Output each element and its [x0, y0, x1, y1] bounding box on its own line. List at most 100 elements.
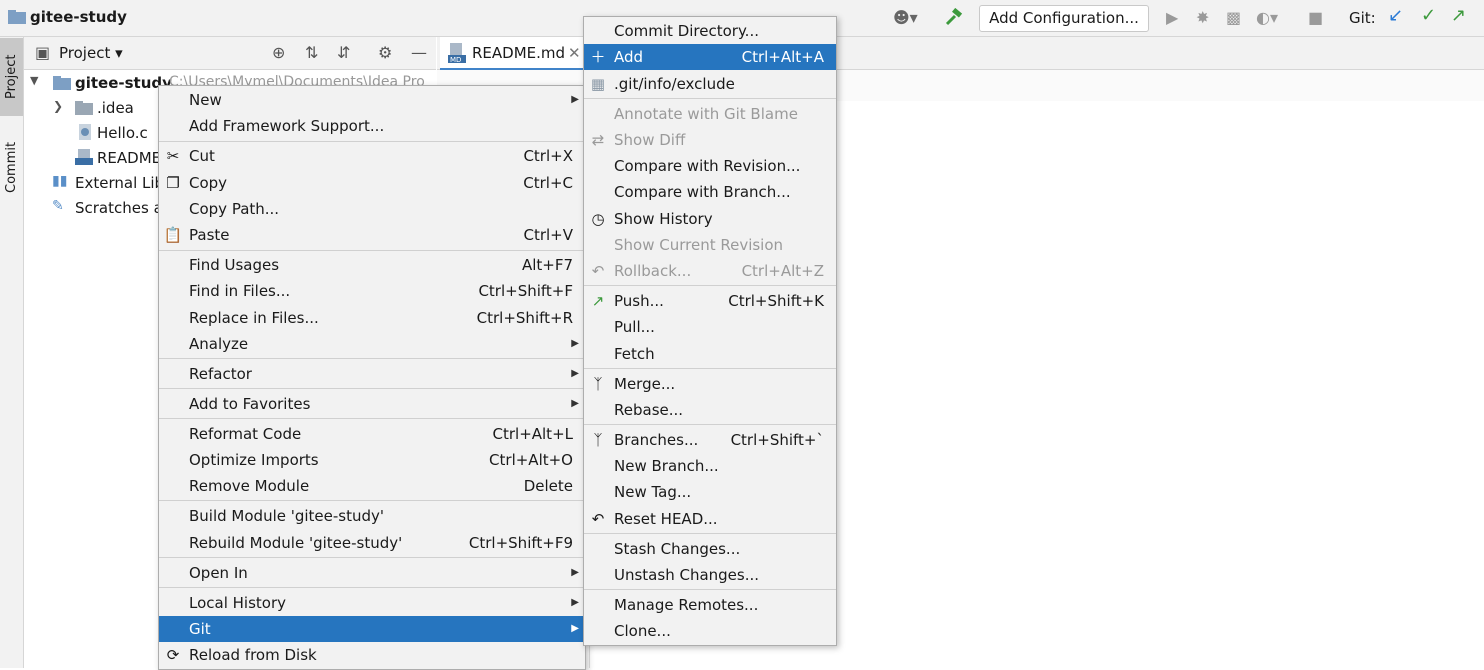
menu-item-label: Clone...: [614, 622, 671, 640]
submenu-arrow-icon: ▶: [571, 368, 579, 379]
menu-item-new-branch[interactable]: New Branch...: [584, 453, 836, 479]
build-hammer-icon[interactable]: [944, 8, 964, 28]
menu-item-rebuild-module[interactable]: Rebuild Module 'gitee-study' Ctrl+Shift+F…: [159, 530, 585, 556]
menu-item-manage-remotes[interactable]: Manage Remotes...: [584, 592, 836, 618]
chevron-down-icon[interactable]: ▼: [30, 74, 38, 87]
tab-project[interactable]: Project: [0, 38, 23, 116]
tree-item[interactable]: External Lib: [75, 174, 164, 192]
menu-item-label: Reset HEAD...: [614, 510, 718, 528]
menu-item-label: Commit Directory...: [614, 22, 759, 40]
locate-file-icon[interactable]: ⊕: [272, 43, 285, 62]
menu-item-label: Fetch: [614, 345, 655, 363]
git-push-icon[interactable]: ↗: [1451, 7, 1466, 25]
diff-icon: ⇄: [591, 131, 605, 149]
debug-icon[interactable]: ✸: [1196, 9, 1209, 27]
menu-item-label: Reformat Code: [189, 425, 302, 443]
menu-item-reformat-code[interactable]: Reformat Code Ctrl+Alt+L: [159, 421, 585, 447]
menu-item-copy[interactable]: ❐ Copy Ctrl+C: [159, 170, 585, 196]
menu-item-git-exclude[interactable]: ▦ .git/info/exclude: [584, 71, 836, 97]
run-icon[interactable]: ▶: [1166, 9, 1178, 27]
menu-item-replace-in-files[interactable]: Replace in Files... Ctrl+Shift+R: [159, 305, 585, 331]
git-commit-check-icon[interactable]: ✓: [1421, 7, 1436, 25]
menu-item-new[interactable]: New ▶: [159, 87, 585, 113]
hide-panel-icon[interactable]: —: [411, 43, 427, 62]
branch-icon: ᛉ: [593, 431, 603, 449]
menu-item-paste[interactable]: 📋 Paste Ctrl+V: [159, 222, 585, 248]
menu-item-optimize-imports[interactable]: Optimize Imports Ctrl+Alt+O: [159, 447, 585, 473]
add-configuration-button[interactable]: Add Configuration...: [979, 5, 1149, 32]
menu-item-remove-module[interactable]: Remove Module Delete: [159, 473, 585, 499]
menu-item-local-history[interactable]: Local History ▶: [159, 590, 585, 616]
menu-item-add[interactable]: ＋ Add Ctrl+Alt+A: [584, 44, 836, 70]
tree-item[interactable]: README: [97, 149, 161, 167]
menu-item-label: Refactor: [189, 365, 252, 383]
gear-icon[interactable]: ⚙: [378, 43, 392, 62]
menu-item-unstash[interactable]: Unstash Changes...: [584, 562, 836, 588]
clipboard-icon: 📋: [163, 226, 183, 244]
push-arrow-icon: ↗: [591, 292, 605, 310]
expand-all-icon[interactable]: ⇅: [305, 43, 318, 62]
menu-item-git[interactable]: Git ▶: [159, 616, 585, 642]
menu-item-label: New Tag...: [614, 483, 692, 501]
menu-item-pull[interactable]: Pull...: [584, 314, 836, 340]
copy-icon: ❐: [166, 174, 180, 192]
menu-item-stash[interactable]: Stash Changes...: [584, 536, 836, 562]
stop-icon[interactable]: ■: [1308, 9, 1323, 27]
menu-separator: [159, 250, 585, 251]
svg-text:MD: MD: [450, 56, 461, 63]
menu-item-cut[interactable]: ✂ Cut Ctrl+X: [159, 143, 585, 169]
menu-item-copy-path[interactable]: Copy Path...: [159, 196, 585, 222]
collapse-all-icon[interactable]: ⇵: [337, 43, 350, 62]
menu-item-find-usages[interactable]: Find Usages Alt+F7: [159, 252, 585, 278]
menu-item-new-tag[interactable]: New Tag...: [584, 479, 836, 505]
coverage-icon[interactable]: ▩: [1226, 9, 1241, 27]
menu-item-open-in[interactable]: Open In ▶: [159, 560, 585, 586]
menu-separator: [159, 418, 585, 419]
menu-item-build-module[interactable]: Build Module 'gitee-study': [159, 503, 585, 529]
menu-item-push[interactable]: ↗ Push... Ctrl+Shift+K: [584, 288, 836, 314]
submenu-arrow-icon: ▶: [571, 94, 579, 105]
user-icon[interactable]: ☻▾: [893, 9, 918, 27]
menu-item-analyze[interactable]: Analyze ▶: [159, 331, 585, 357]
tab-commit[interactable]: Commit: [0, 128, 23, 206]
project-name[interactable]: gitee-study: [30, 8, 127, 26]
menu-item-show-history[interactable]: ◷ Show History: [584, 206, 836, 232]
menu-item-label: Manage Remotes...: [614, 596, 759, 614]
menu-item-merge[interactable]: ᛉ Merge...: [584, 371, 836, 397]
chevron-right-icon[interactable]: ❯: [53, 99, 63, 113]
menu-item-compare-branch[interactable]: Compare with Branch...: [584, 179, 836, 205]
tree-item[interactable]: Hello.c: [97, 124, 148, 142]
profile-icon[interactable]: ◐▾: [1256, 9, 1278, 27]
menu-item-annotate[interactable]: Annotate with Git Blame: [584, 101, 836, 127]
project-view-selector[interactable]: Project ▾: [59, 44, 123, 62]
menu-item-shortcut: Ctrl+X: [523, 147, 573, 165]
menu-item-compare-revision[interactable]: Compare with Revision...: [584, 153, 836, 179]
menu-item-shortcut: Ctrl+Shift+K: [728, 292, 824, 310]
menu-item-reset-head[interactable]: ↶ Reset HEAD...: [584, 506, 836, 532]
menu-item-refactor[interactable]: Refactor ▶: [159, 361, 585, 387]
menu-item-label: Add Framework Support...: [189, 117, 385, 135]
tree-item[interactable]: .idea: [97, 99, 134, 117]
project-folder-icon: [8, 10, 26, 24]
menu-item-clone[interactable]: Clone...: [584, 618, 836, 644]
menu-item-label: Open In: [189, 564, 248, 582]
menu-item-reload-from-disk[interactable]: ⟳ Reload from Disk: [159, 642, 585, 668]
reload-icon: ⟳: [166, 646, 180, 664]
menu-item-shortcut: Alt+F7: [521, 256, 573, 274]
menu-item-show-diff[interactable]: ⇄ Show Diff: [584, 127, 836, 153]
tree-item[interactable]: Scratches a: [75, 199, 163, 217]
menu-item-label: Pull...: [614, 318, 655, 336]
close-tab-icon[interactable]: ✕: [568, 44, 581, 62]
tab-commit-label: Commit: [4, 141, 19, 193]
menu-item-label: Add: [614, 48, 644, 66]
git-update-icon[interactable]: ↙: [1388, 7, 1403, 25]
menu-item-branches[interactable]: ᛉ Branches... Ctrl+Shift+`: [584, 427, 836, 453]
menu-item-rollback[interactable]: ↶ Rollback... Ctrl+Alt+Z: [584, 258, 836, 284]
menu-item-commit-directory[interactable]: Commit Directory...: [584, 18, 836, 44]
menu-item-add-to-favorites[interactable]: Add to Favorites ▶: [159, 391, 585, 417]
menu-item-rebase[interactable]: Rebase...: [584, 397, 836, 423]
menu-item-add-framework-support[interactable]: Add Framework Support...: [159, 113, 585, 139]
menu-item-find-in-files[interactable]: Find in Files... Ctrl+Shift+F: [159, 278, 585, 304]
menu-item-fetch[interactable]: Fetch: [584, 341, 836, 367]
menu-item-show-current-revision[interactable]: Show Current Revision: [584, 232, 836, 258]
